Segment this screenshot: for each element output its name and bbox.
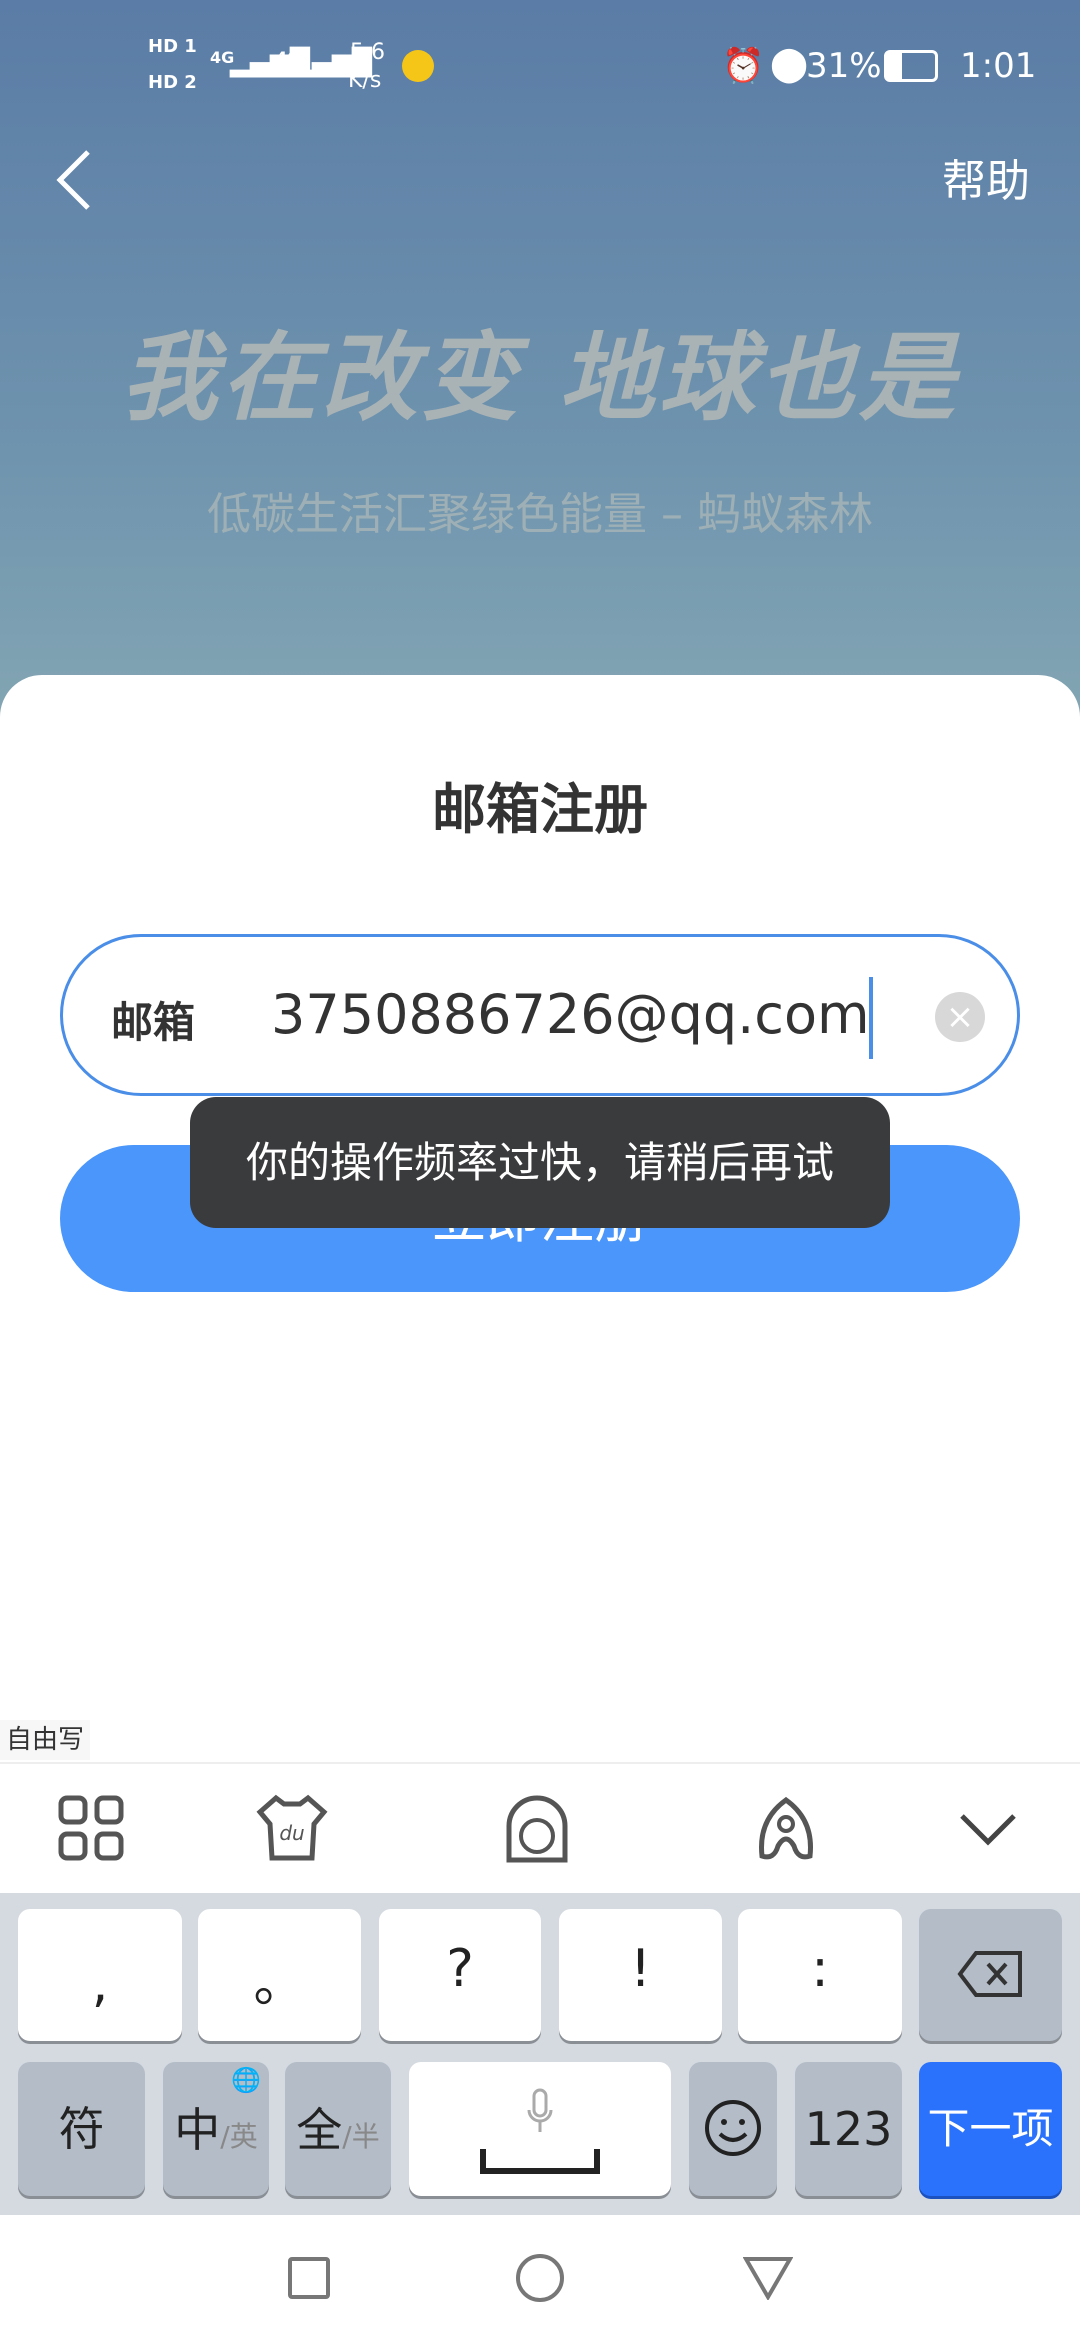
key-comma[interactable]: , <box>18 1909 182 2041</box>
alarm-icon: ⏰ <box>722 46 765 86</box>
menu-grid-icon[interactable] <box>53 1790 129 1866</box>
width-main: 全 <box>296 2103 343 2157</box>
avatar-sticker-icon[interactable] <box>499 1790 575 1866</box>
width-alt: /半 <box>342 2120 380 2153</box>
network-speed: 5.6 <box>350 40 385 65</box>
width-toggle-key[interactable]: 全/半 <box>285 2062 391 2196</box>
status-bar: HD 1 HD 2 4G ▂▄▆█ 4G ▂▄▆█ 5.6 K/s ⏰ ⬤ 31… <box>0 0 1080 110</box>
emoji-key[interactable] <box>689 2062 777 2196</box>
toast-message: 你的操作频率过快，请稍后再试 <box>190 1097 890 1228</box>
clear-icon[interactable]: × <box>935 992 985 1042</box>
home-icon[interactable] <box>515 2253 565 2303</box>
collapse-keyboard-icon[interactable] <box>950 1790 1026 1866</box>
lang-main: 中 <box>174 2103 221 2157</box>
banner-headline: 我在改变 地球也是 <box>121 322 959 434</box>
skin-shirt-icon[interactable]: du <box>254 1790 330 1866</box>
toolbar-divider <box>0 1762 1080 1764</box>
numbers-key[interactable]: 123 <box>795 2062 902 2196</box>
symbols-key[interactable]: 符 <box>18 2062 145 2196</box>
next-field-key[interactable]: 下一项 <box>919 2062 1062 2196</box>
clock: 1:01 <box>960 46 1037 86</box>
battery-percent: 31% <box>806 46 882 86</box>
app-notification-icon <box>402 50 434 82</box>
lang-alt: /英 <box>220 2120 258 2153</box>
back-button[interactable] <box>50 148 100 212</box>
microphone-icon <box>527 2088 553 2132</box>
space-bar-icon <box>480 2149 600 2174</box>
email-input-value[interactable]: 3750886726@qq.com <box>271 983 870 1046</box>
help-link[interactable]: 帮助 <box>942 145 1030 209</box>
page-title: 邮箱注册 <box>432 778 648 841</box>
key-colon[interactable]: : <box>738 1909 902 2041</box>
back-nav-icon[interactable] <box>743 2256 793 2300</box>
recent-apps-icon[interactable] <box>287 2256 331 2300</box>
backspace-key[interactable] <box>919 1909 1062 2041</box>
text-cursor <box>869 977 873 1059</box>
smiley-icon <box>705 2100 761 2156</box>
email-label: 邮箱 <box>111 998 196 1047</box>
email-field[interactable]: 邮箱 3750886726@qq.com × <box>60 934 1020 1096</box>
language-toggle-key[interactable]: 🌐 中/英 <box>163 2062 269 2196</box>
key-period[interactable]: 。 <box>198 1909 361 2041</box>
svg-text:du: du <box>279 1821 304 1845</box>
key-exclamation[interactable]: ! <box>559 1909 722 2041</box>
key-question[interactable]: ? <box>379 1909 541 2041</box>
battery-icon <box>884 50 938 82</box>
sim1-badge: HD 1 <box>148 36 197 57</box>
network-speed-unit: K/s <box>348 68 382 93</box>
globe-icon: 🌐 <box>231 2066 261 2094</box>
handwriting-tab[interactable]: 自由写 <box>0 1720 91 1760</box>
banner-subtitle: 低碳生活汇聚绿色能量 – 蚂蚁森林 <box>207 489 873 540</box>
space-key[interactable] <box>409 2062 671 2196</box>
backspace-icon <box>956 1951 1022 1997</box>
sim2-badge: HD 2 <box>148 72 197 93</box>
assistant-icon[interactable] <box>748 1790 824 1866</box>
location-icon: ⬤ <box>770 44 809 84</box>
